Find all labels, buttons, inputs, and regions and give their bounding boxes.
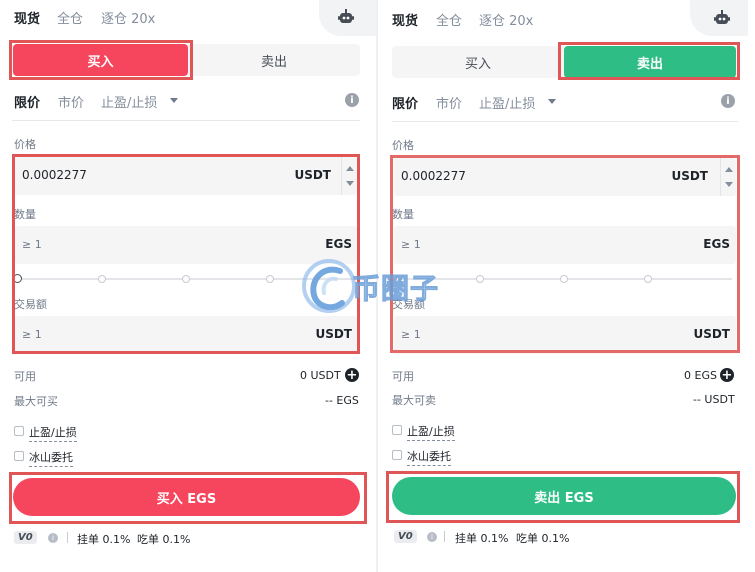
robot-icon[interactable] — [337, 8, 355, 26]
order-type-divider — [392, 121, 738, 122]
plus-circle-icon[interactable]: + — [720, 368, 734, 382]
caret-down-icon[interactable] — [548, 99, 556, 104]
info-icon[interactable]: i — [427, 532, 437, 542]
checkbox-icon[interactable] — [14, 451, 24, 461]
vip-level-badge: V0 — [394, 530, 417, 543]
taker-fee: 吃单 0.1% — [516, 532, 570, 545]
highlight-box-buy-inputs — [12, 154, 360, 354]
order-type-stop[interactable]: 止盈/止损 — [479, 93, 535, 112]
checkbox-icon[interactable] — [14, 426, 24, 436]
highlight-box-buy-submit — [9, 472, 367, 524]
available-label: 可用 — [392, 370, 414, 383]
checkbox-icon[interactable] — [392, 425, 402, 435]
order-type-market[interactable]: 市价 — [436, 93, 462, 112]
available-label: 可用 — [14, 370, 36, 383]
tab-isolated-margin[interactable]: 逐仓 20x — [101, 8, 155, 27]
price-label: 价格 — [14, 138, 36, 151]
watermark-logo: 币圈子 — [300, 255, 460, 319]
price-label: 价格 — [392, 139, 414, 152]
tab-isolated-margin[interactable]: 逐仓 20x — [479, 10, 533, 29]
caret-down-icon[interactable] — [170, 98, 178, 103]
max-sell-value: -- USDT — [693, 393, 735, 406]
option-iceberg[interactable]: 冰山委托 — [29, 449, 73, 467]
checkbox-icon[interactable] — [392, 450, 402, 460]
sell-side-button[interactable]: 卖出 — [188, 44, 360, 76]
plus-circle-icon[interactable]: + — [345, 368, 359, 382]
taker-fee: 吃单 0.1% — [137, 533, 191, 546]
tab-cross-margin[interactable]: 全仓 — [436, 10, 462, 29]
option-iceberg[interactable]: 冰山委托 — [407, 448, 451, 466]
order-type-limit[interactable]: 限价 — [392, 93, 418, 112]
highlight-box-sell-side — [558, 42, 740, 80]
maker-fee: 挂单 0.1% — [77, 533, 131, 546]
max-buy-label: 最大可买 — [14, 395, 58, 408]
order-type-stop[interactable]: 止盈/止损 — [101, 92, 157, 111]
fee-separator — [67, 532, 68, 543]
max-buy-value: -- EGS — [325, 394, 359, 407]
vip-level-badge: V0 — [14, 531, 37, 544]
available-value: 0 EGS — [684, 369, 717, 382]
highlight-box-sell-submit — [386, 471, 740, 523]
highlight-box-sell-inputs — [390, 155, 740, 353]
available-value: 0 USDT — [300, 369, 341, 382]
option-take-profit-stop-loss[interactable]: 止盈/止损 — [407, 423, 455, 441]
max-sell-label: 最大可卖 — [392, 394, 436, 407]
buy-side-button[interactable]: 买入 — [392, 46, 564, 78]
tab-cross-margin[interactable]: 全仓 — [57, 8, 83, 27]
robot-icon[interactable] — [713, 9, 731, 27]
info-icon[interactable]: i — [721, 94, 735, 108]
watermark-text: 币圈子 — [351, 272, 440, 306]
tab-spot[interactable]: 现货 — [14, 8, 40, 27]
tab-spot[interactable]: 现货 — [392, 10, 418, 29]
maker-fee: 挂单 0.1% — [455, 532, 509, 545]
info-icon[interactable]: i — [48, 533, 58, 543]
order-type-limit[interactable]: 限价 — [14, 92, 40, 111]
fee-separator — [444, 531, 445, 542]
watermark-icon — [302, 259, 356, 313]
order-type-market[interactable]: 市价 — [58, 92, 84, 111]
order-type-divider — [12, 120, 360, 121]
option-take-profit-stop-loss[interactable]: 止盈/止损 — [29, 424, 77, 442]
info-icon[interactable]: i — [345, 93, 359, 107]
highlight-box-buy-side — [9, 40, 193, 80]
